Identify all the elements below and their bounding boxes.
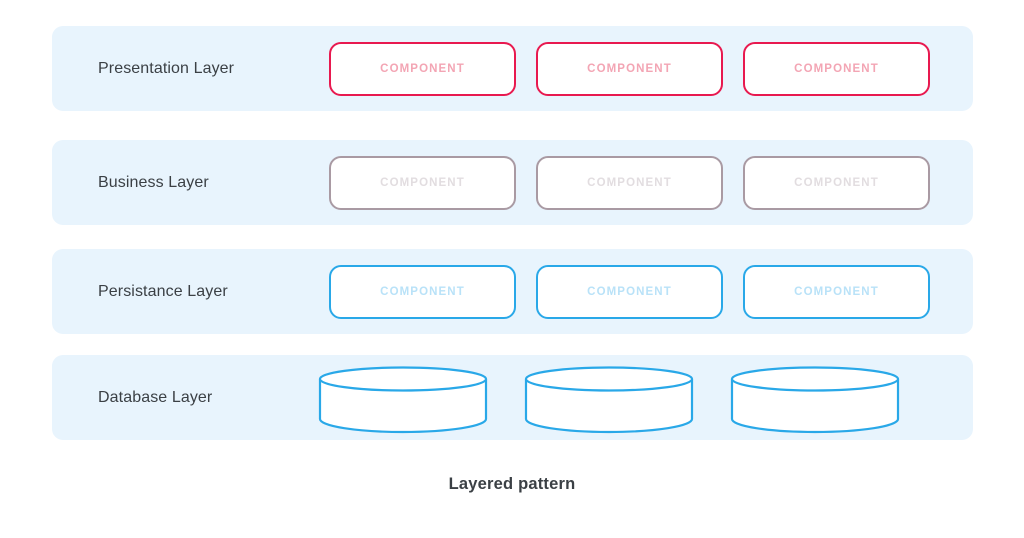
layer-label-business: Business Layer [98, 173, 209, 191]
component-box[interactable]: COMPONENT [536, 156, 723, 210]
layer-band-business: Business Layer COMPONENT COMPONENT COMPO… [52, 140, 973, 225]
component-box[interactable]: COMPONENT [536, 42, 723, 96]
layer-label-presentation: Presentation Layer [98, 59, 235, 77]
component-box[interactable]: COMPONENT [743, 156, 930, 210]
database-row [318, 366, 958, 434]
layer-label-persistance: Persistance Layer [98, 282, 228, 300]
layered-pattern-diagram: Presentation Layer COMPONENT COMPONENT C… [0, 0, 1024, 538]
database-cylinder[interactable] [318, 366, 488, 434]
database-cylinder[interactable] [524, 366, 694, 434]
component-row-business: COMPONENT COMPONENT COMPONENT [329, 156, 930, 210]
layer-label-database: Database Layer [98, 388, 213, 406]
database-cylinder[interactable] [730, 366, 900, 434]
component-row-persistance: COMPONENT COMPONENT COMPONENT [329, 265, 930, 319]
component-box[interactable]: COMPONENT [329, 265, 516, 319]
component-box[interactable]: COMPONENT [329, 156, 516, 210]
component-row-presentation: COMPONENT COMPONENT COMPONENT [329, 42, 930, 96]
layer-band-persistance: Persistance Layer COMPONENT COMPONENT CO… [52, 249, 973, 334]
component-box[interactable]: COMPONENT [329, 42, 516, 96]
layer-band-database: Database Layer [52, 355, 973, 440]
layer-band-presentation: Presentation Layer COMPONENT COMPONENT C… [52, 26, 973, 111]
diagram-caption: Layered pattern [448, 475, 576, 493]
component-box[interactable]: COMPONENT [743, 265, 930, 319]
component-box[interactable]: COMPONENT [743, 42, 930, 96]
component-box[interactable]: COMPONENT [536, 265, 723, 319]
